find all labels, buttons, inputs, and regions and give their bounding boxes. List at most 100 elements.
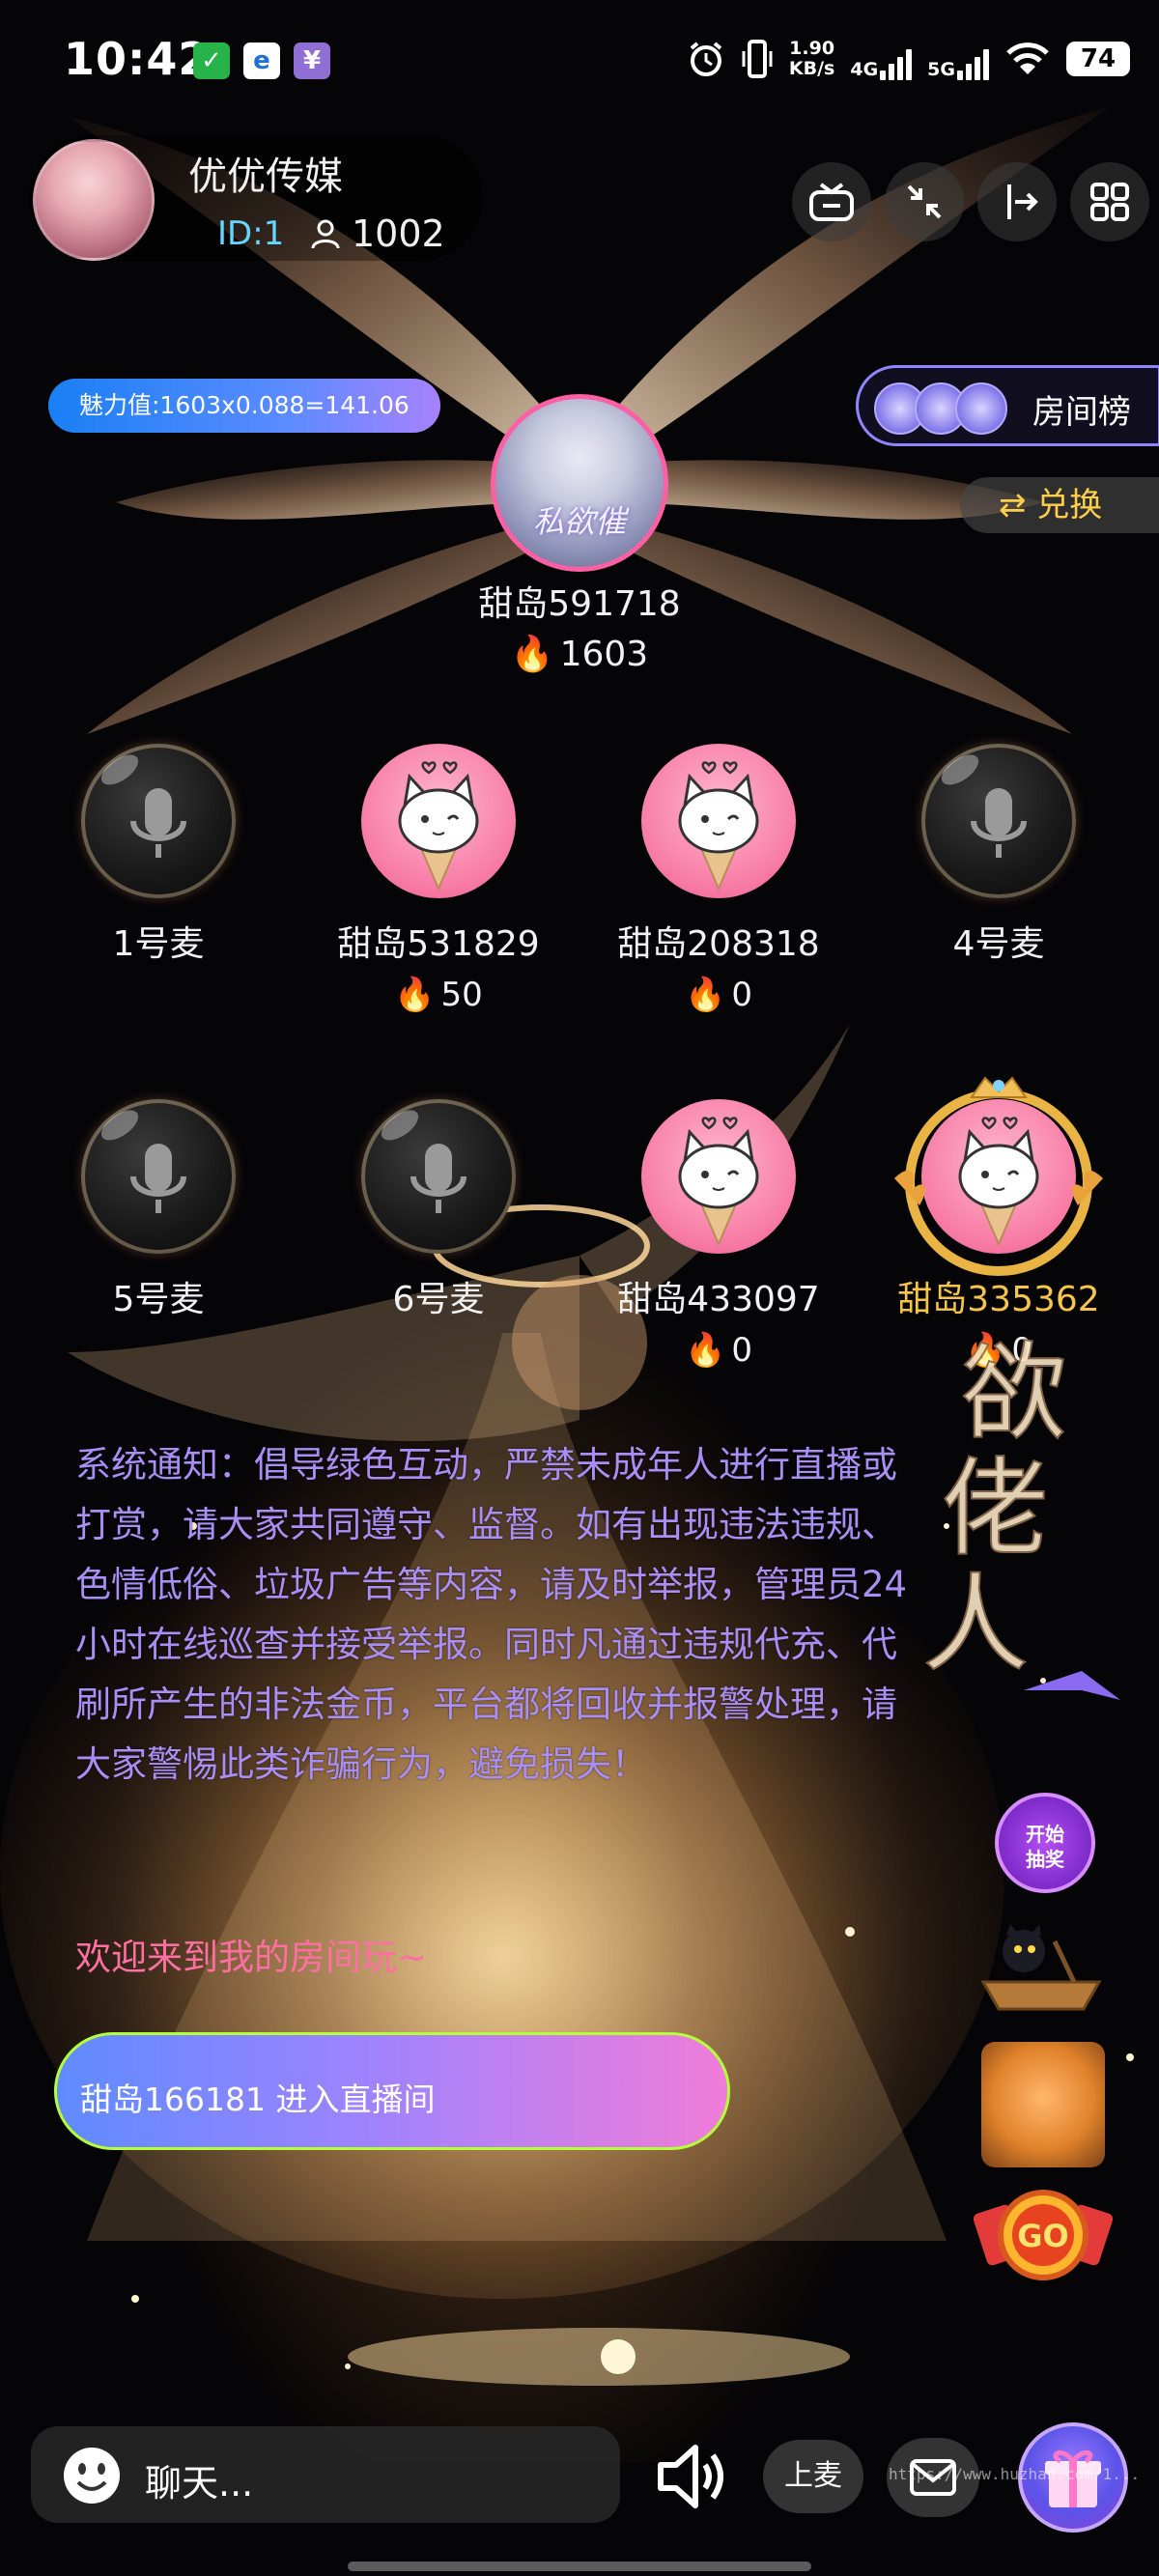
yuan-icon: ¥ xyxy=(294,42,330,79)
flame-icon: 🔥 xyxy=(510,635,554,674)
mic-seat-6[interactable]: 6号麦 xyxy=(298,1099,579,1321)
seat-heat-value: 0 xyxy=(731,1331,752,1370)
empty-seat-avatar[interactable] xyxy=(81,744,236,898)
network-speed-value: 1.90 xyxy=(789,38,835,59)
online-count-value: 1002 xyxy=(352,212,445,255)
mic-seat-3[interactable]: 甜岛208318 🔥 0 xyxy=(579,744,859,1014)
mic-seat-2[interactable]: 甜岛531829 🔥 50 xyxy=(298,744,579,1014)
seat-user-avatar[interactable] xyxy=(361,744,516,898)
charm-value-badge: 魅力值:1603x0.088=141.06 xyxy=(48,379,440,433)
mic-seat-7[interactable]: 甜岛433097 🔥 0 xyxy=(579,1099,859,1370)
browser-icon: e xyxy=(243,42,280,79)
signal-4g: 4G xyxy=(850,38,913,80)
user-enter-text: 甜岛166181 进入直播间 xyxy=(80,2081,436,2118)
room-rank-button[interactable]: 房间榜 xyxy=(856,365,1159,446)
mic-seat-5[interactable]: 5号麦 xyxy=(18,1099,298,1321)
seat-heat: 🔥 50 xyxy=(298,976,579,1014)
go-label: GO xyxy=(1017,2218,1068,2254)
red-envelope-go-icon[interactable]: GO xyxy=(974,2181,1113,2289)
wechat-check-icon: ✓ xyxy=(193,42,230,79)
network-speed-unit: KB/s xyxy=(788,58,835,79)
watermark-text: https://www.huzhan.com/1... xyxy=(889,2465,1141,2483)
empty-seat-avatar[interactable] xyxy=(921,744,1076,898)
seat-user-avatar[interactable] xyxy=(894,1076,1103,1276)
svg-text:人: 人 xyxy=(922,1563,1029,1686)
live-room-screen: 10:42 ✓ e ¥ 1.90 KB/s 4G 5G 74 优优传媒 ID:1… xyxy=(0,0,1159,2576)
mini-window-button[interactable] xyxy=(792,162,871,241)
mic-seat-1[interactable]: 1号麦 xyxy=(18,744,298,966)
microphone-icon xyxy=(410,1144,466,1213)
collapse-icon xyxy=(907,184,942,219)
seat-heat: 🔥 0 xyxy=(579,976,859,1014)
seat-label: 6号麦 xyxy=(392,1280,485,1319)
network-type-5g: 5G xyxy=(927,59,955,80)
squirrel-game-icon[interactable] xyxy=(981,2042,1105,2167)
svg-text:欲: 欲 xyxy=(961,1331,1067,1455)
cat-boat-activity-icon[interactable] xyxy=(977,1922,1105,2019)
clock-time: 10:42 xyxy=(64,33,211,85)
room-avatar[interactable] xyxy=(33,139,155,261)
more-menu-button[interactable] xyxy=(1070,162,1149,241)
seat-heat-value: 50 xyxy=(440,976,483,1014)
collapse-button[interactable] xyxy=(885,162,964,241)
start-lottery-button[interactable]: 开始 抽奖 xyxy=(995,1793,1095,1893)
seat-label: 4号麦 xyxy=(952,924,1045,964)
host-avatar-caption: 私欲催 xyxy=(532,503,626,540)
exchange-button[interactable]: ⇄ 兑换 xyxy=(960,477,1159,533)
microphone-icon xyxy=(971,788,1027,858)
room-id: ID:1 xyxy=(217,214,285,253)
gold-crown-frame-icon xyxy=(894,1076,1103,1276)
seat-heat-value: 0 xyxy=(731,976,752,1014)
exit-room-button[interactable] xyxy=(977,162,1057,241)
signal-bars-icon xyxy=(957,49,989,80)
seat-label: 5号麦 xyxy=(112,1280,205,1319)
alarm-icon xyxy=(690,42,722,76)
speaker-button[interactable] xyxy=(641,2428,738,2525)
room-info-card[interactable]: 优优传媒 ID:1 1002 xyxy=(29,135,483,261)
room-rank-label: 房间榜 xyxy=(1032,393,1131,432)
lottery-label-line2: 抽奖 xyxy=(1026,1848,1064,1871)
empty-seat-avatar[interactable] xyxy=(361,1099,516,1254)
svg-text:佬: 佬 xyxy=(942,1447,1048,1571)
system-notice-message: 系统通知：倡导绿色互动，严禁未成年人进行直播或打赏，请大家共同遵守、监督。如有出… xyxy=(75,1444,908,1785)
seat-user-avatar[interactable] xyxy=(641,1099,796,1254)
battery-indicator: 74 xyxy=(1066,42,1130,76)
seat-label: 甜岛531829 xyxy=(337,924,540,964)
room-name: 优优传媒 xyxy=(188,155,343,199)
swap-icon: ⇄ xyxy=(999,486,1037,524)
microphone-icon xyxy=(130,1144,186,1213)
cat-icecream-avatar-icon xyxy=(678,1117,759,1247)
seat-heat: 🔥 0 xyxy=(579,1331,859,1370)
lottery-label-line1: 开始 xyxy=(1026,1823,1064,1846)
host-heat: 🔥 1603 xyxy=(386,634,773,674)
welcome-message: 欢迎来到我的房间玩~ xyxy=(75,1937,428,1978)
host-name: 甜岛591718 xyxy=(478,584,681,624)
seat-user-avatar[interactable] xyxy=(641,744,796,898)
network-speed: 1.90 KB/s xyxy=(789,39,834,79)
signal-5g: 5G xyxy=(927,38,989,80)
exchange-label: 兑换 xyxy=(1036,486,1103,524)
home-indicator[interactable] xyxy=(348,2562,811,2571)
go-on-mic-button[interactable]: 上麦 xyxy=(763,2440,863,2513)
user-enter-notice: 甜岛166181 进入直播间 xyxy=(54,2032,730,2150)
mic-seat-4[interactable]: 4号麦 xyxy=(859,744,1139,966)
host-avatar[interactable]: 私欲催 xyxy=(491,394,668,572)
cat-icecream-avatar-icon xyxy=(398,761,479,892)
flame-icon: 🔥 xyxy=(394,976,436,1014)
signal-bars-icon xyxy=(880,49,913,80)
wifi-icon xyxy=(1006,42,1049,74)
flame-icon: 🔥 xyxy=(685,1331,726,1370)
cat-icecream-avatar-icon xyxy=(678,761,759,892)
host-heat-value: 1603 xyxy=(559,635,649,674)
seat-label: 甜岛433097 xyxy=(617,1280,820,1319)
person-icon xyxy=(311,219,340,249)
chat-input-button[interactable]: 聊天... xyxy=(31,2426,620,2523)
microphone-icon xyxy=(130,788,186,858)
emoji-icon[interactable] xyxy=(62,2446,122,2505)
top-action-icons xyxy=(792,162,1149,241)
side-title-art: 欲 佬 人 xyxy=(921,1330,1120,1700)
online-count[interactable]: 1002 xyxy=(309,212,445,255)
grid-menu-icon xyxy=(1090,183,1129,221)
empty-seat-avatar[interactable] xyxy=(81,1099,236,1254)
flame-icon: 🔥 xyxy=(685,976,726,1014)
